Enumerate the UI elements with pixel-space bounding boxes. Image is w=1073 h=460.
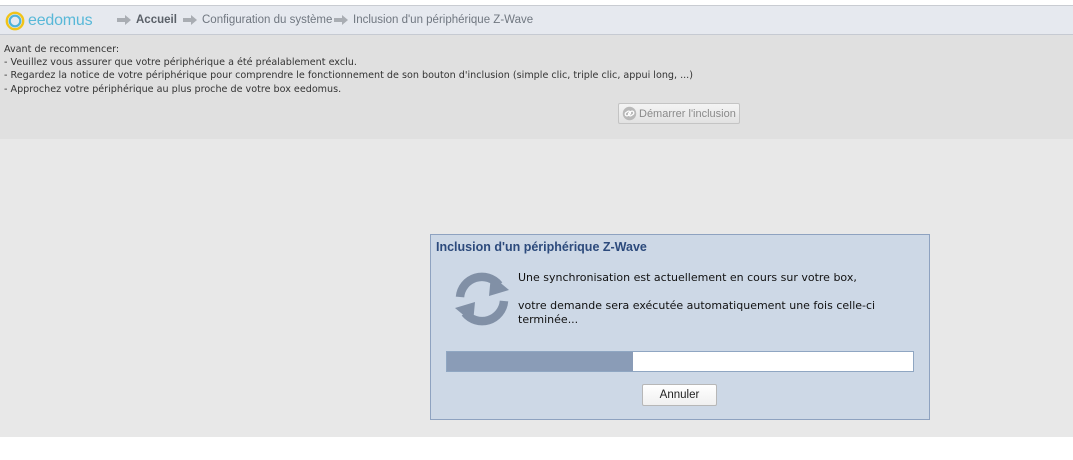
instruction-line: - Approchez votre périphérique au plus p…: [4, 83, 342, 95]
progress-bar: [446, 351, 914, 372]
instruction-line: Avant de recommencer:: [4, 44, 120, 55]
breadcrumb-zwave-inclusion[interactable]: Inclusion d'un périphérique Z-Wave: [334, 14, 533, 26]
breadcrumb-label: Configuration du système: [202, 14, 333, 26]
instructions-text: Avant de recommencer: - Veuillez vous as…: [4, 43, 693, 96]
eedomus-logo[interactable]: eedomus: [5, 11, 93, 31]
breadcrumb-home[interactable]: Accueil: [117, 14, 177, 26]
start-inclusion-label: Démarrer l'inclusion: [639, 107, 736, 120]
cancel-button[interactable]: Annuler: [642, 384, 717, 406]
sync-icon: [455, 272, 509, 326]
progress-fill: [447, 352, 634, 371]
eedomus-ring-icon: [5, 11, 25, 31]
arrow-right-icon: [183, 15, 197, 25]
breadcrumb-label: Inclusion d'un périphérique Z-Wave: [353, 14, 534, 26]
instructions-panel: Avant de recommencer: - Veuillez vous as…: [0, 35, 1073, 139]
sync-message-line1: Une synchronisation est actuellement en …: [518, 271, 857, 284]
breadcrumb-bar: eedomus Accueil Configuration du système…: [0, 5, 1073, 35]
sync-dialog: Inclusion d'un périphérique Z-Wave Une s…: [430, 234, 930, 420]
arrow-right-icon: [334, 15, 348, 25]
arrow-right-icon: [117, 15, 131, 25]
sync-message-line2: votre demande sera exécutée automatiquem…: [518, 299, 876, 326]
brand-name: eedomus: [28, 12, 93, 29]
start-inclusion-button[interactable]: Démarrer l'inclusion: [618, 103, 740, 124]
link-icon: [622, 106, 637, 121]
breadcrumb-system-config[interactable]: Configuration du système: [183, 14, 332, 26]
dialog-title: Inclusion d'un périphérique Z-Wave: [436, 240, 647, 254]
instruction-line: - Regardez la notice de votre périphériq…: [4, 70, 693, 82]
breadcrumb-label: Accueil: [136, 14, 177, 26]
instruction-line: - Veuillez vous assurer que votre périph…: [4, 57, 357, 69]
